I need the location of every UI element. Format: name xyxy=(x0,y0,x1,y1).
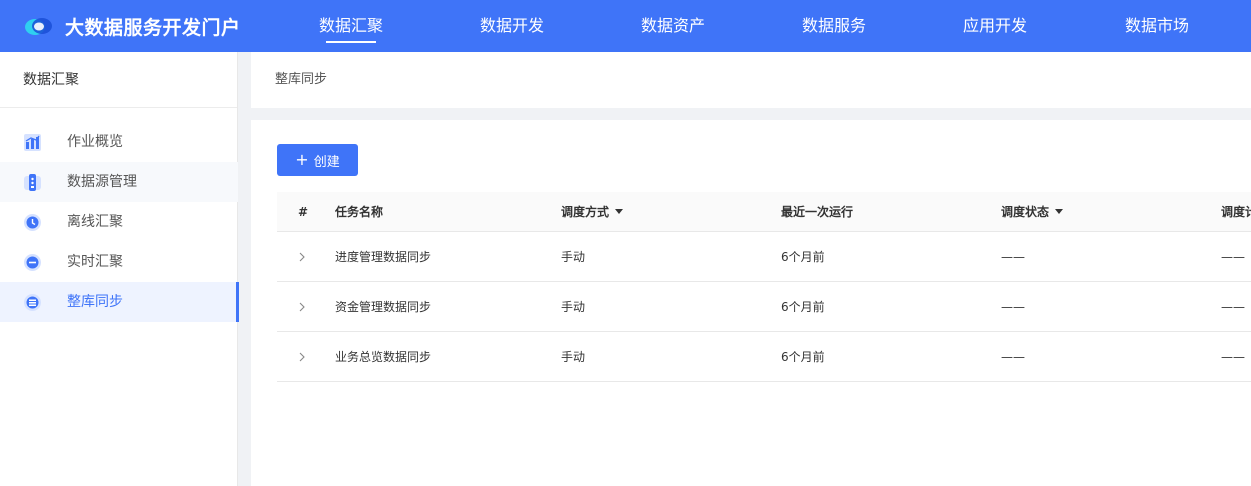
breadcrumb-bar: 整库同步 xyxy=(251,52,1251,108)
sidebar-item-label: 离线汇聚 xyxy=(67,214,123,230)
sidebar-item-label: 整库同步 xyxy=(67,294,123,310)
nav-item-data-aggregation[interactable]: 数据汇聚 xyxy=(319,0,383,52)
create-button-label: 创建 xyxy=(313,154,340,170)
table-header: # 任务名称 调度方式 最近一次运行 调度状态 调度计 xyxy=(277,192,1251,232)
chevron-right-icon[interactable] xyxy=(297,250,307,264)
cell-last-run: 6个月前 xyxy=(781,350,825,364)
sidebar-item-whole-database-sync[interactable]: 整库同步 xyxy=(0,282,239,322)
table-row[interactable]: 进度管理数据同步 手动 6个月前 —— —— xyxy=(277,232,1251,282)
nav-item-data-assets[interactable]: 数据资产 xyxy=(641,0,705,52)
top-nav: 数据汇聚 数据开发 数据资产 数据服务 应用开发 数据市场 xyxy=(270,0,1251,52)
column-header-schedule-status[interactable]: 调度状态 xyxy=(1001,192,1064,232)
column-header-index: # xyxy=(298,205,309,219)
cell-last-run: 6个月前 xyxy=(781,250,825,264)
cell-last-run: 6个月前 xyxy=(781,300,825,314)
breadcrumb: 整库同步 xyxy=(275,72,328,87)
create-button[interactable]: + 创建 xyxy=(277,144,358,176)
sidebar-title: 数据汇聚 xyxy=(0,52,237,108)
nav-item-data-development[interactable]: 数据开发 xyxy=(480,0,544,52)
sidebar-item-datasource-management[interactable]: 数据源管理 xyxy=(0,162,238,202)
app-title: 大数据服务开发门户 xyxy=(65,16,241,39)
cell-schedule-status: —— xyxy=(1001,300,1025,314)
realtime-icon xyxy=(24,254,41,271)
nav-item-data-market[interactable]: 数据市场 xyxy=(1125,0,1189,52)
clock-icon xyxy=(24,214,41,231)
cell-schedule-mode: 手动 xyxy=(561,350,586,364)
sidebar-item-label: 作业概览 xyxy=(67,134,123,150)
nav-item-app-development[interactable]: 应用开发 xyxy=(963,0,1027,52)
cell-schedule-status: —— xyxy=(1001,250,1025,264)
column-header-label: 调度状态 xyxy=(1001,205,1050,219)
column-header-last-run: 最近一次运行 xyxy=(781,205,854,219)
table-row[interactable]: 资金管理数据同步 手动 6个月前 —— —— xyxy=(277,282,1251,332)
sidebar-item-label: 数据源管理 xyxy=(67,174,137,190)
column-header-task-name: 任务名称 xyxy=(335,205,384,219)
cell-schedule-plan: —— xyxy=(1221,300,1245,314)
database-icon xyxy=(24,174,41,191)
cell-task-name: 进度管理数据同步 xyxy=(335,250,432,264)
plus-icon: + xyxy=(295,150,309,169)
main-content: + 创建 # 任务名称 调度方式 最近一次运行 调度状态 调度计 进度管理数据同… xyxy=(251,120,1251,486)
sidebar-menu: 作业概览 数据源管理 离线汇聚 实时汇聚 整库同步 xyxy=(0,122,239,322)
cell-schedule-mode: 手动 xyxy=(561,300,586,314)
brand[interactable]: 大数据服务开发门户 xyxy=(23,0,241,52)
table-row[interactable]: 业务总览数据同步 手动 6个月前 —— —— xyxy=(277,332,1251,382)
column-header-label: 调度方式 xyxy=(561,205,610,219)
sidebar-item-realtime-aggregation[interactable]: 实时汇聚 xyxy=(0,242,238,282)
column-header-schedule-plan: 调度计 xyxy=(1221,205,1251,219)
column-header-schedule-mode[interactable]: 调度方式 xyxy=(561,192,624,232)
sidebar-item-label: 实时汇聚 xyxy=(67,254,123,270)
cell-task-name: 资金管理数据同步 xyxy=(335,300,432,314)
cell-task-name: 业务总览数据同步 xyxy=(335,350,432,364)
cell-schedule-status: —— xyxy=(1001,350,1025,364)
top-bar: 大数据服务开发门户 数据汇聚 数据开发 数据资产 数据服务 应用开发 数据市场 xyxy=(0,0,1251,52)
task-table: # 任务名称 调度方式 最近一次运行 调度状态 调度计 进度管理数据同步 手动 … xyxy=(277,192,1251,382)
sidebar-item-offline-aggregation[interactable]: 离线汇聚 xyxy=(0,202,238,242)
chevron-right-icon[interactable] xyxy=(297,350,307,364)
chevron-right-icon[interactable] xyxy=(297,300,307,314)
nav-item-data-services[interactable]: 数据服务 xyxy=(802,0,866,52)
sidebar-item-job-overview[interactable]: 作业概览 xyxy=(0,122,238,162)
sync-icon xyxy=(24,294,41,311)
sidebar: 数据汇聚 作业概览 数据源管理 离线汇聚 实时汇聚 整库同步 xyxy=(0,52,239,486)
caret-down-icon xyxy=(1055,209,1064,214)
caret-down-icon xyxy=(615,209,624,214)
cell-schedule-plan: —— xyxy=(1221,350,1245,364)
chart-icon xyxy=(24,134,41,151)
cell-schedule-mode: 手动 xyxy=(561,250,586,264)
cell-schedule-plan: —— xyxy=(1221,250,1245,264)
logo-icon xyxy=(25,18,52,35)
